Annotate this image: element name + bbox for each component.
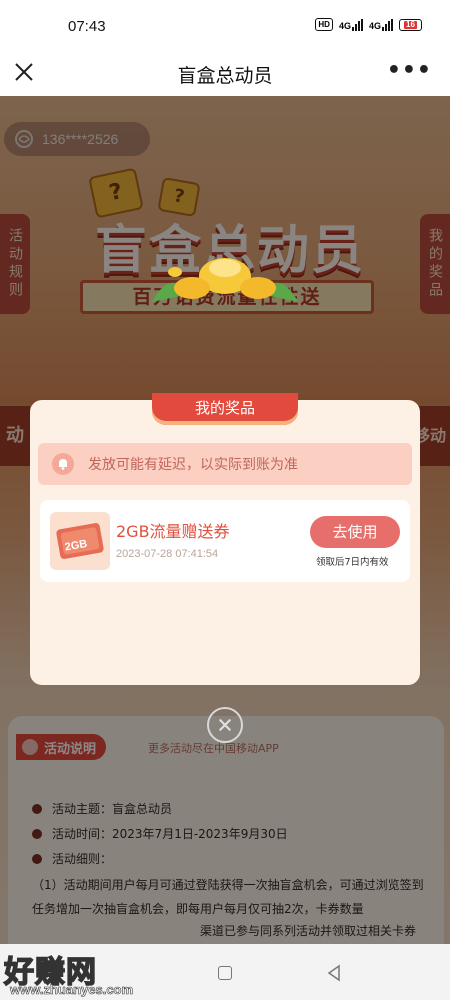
notice-text: 发放可能有延迟，以实际到账为准 [88,457,298,473]
page-title: 盲盒总动员 [177,65,273,87]
status-bar: 07:43 HD 4G 4G 16 [0,0,450,52]
prize-card: 2GB 2GB流量赠送券 2023-07-28 07:41:54 去使用 领取后… [40,500,410,582]
data-voucher-icon: 2GB [56,523,104,559]
status-time: 07:43 [68,18,106,35]
prize-thumbnail: 2GB [50,512,110,570]
status-icons: HD 4G 4G 16 [315,18,422,31]
watermark-url: www.zhuanyes.com [10,982,134,998]
modal-title: 我的奖品 [152,393,298,425]
prize-date: 2023-07-28 07:41:54 [116,548,219,560]
system-nav-bar: 好赚网 www.zhuanyes.com [0,944,450,1000]
gold-ingot-icon [152,258,298,302]
nav-bar: 盲盒总动员 ••• [0,52,450,96]
signal-4g-icon: 4G [338,18,363,31]
notice-bar: 发放可能有延迟，以实际到账为准 [38,443,412,485]
validity-note: 领取后7日内有效 [316,557,389,568]
more-icon[interactable]: ••• [387,58,432,83]
use-button[interactable]: 去使用 [310,516,400,548]
battery-level: 16 [404,19,417,29]
nav-home-icon[interactable] [218,966,232,980]
battery-icon: 16 [399,18,422,31]
bell-icon [52,453,74,475]
hd-icon: HD [315,18,333,31]
network-label-1: 4G [338,20,351,31]
network-label-2: 4G [368,20,381,31]
signal-4g-icon-2: 4G [368,18,393,31]
prize-name: 2GB流量赠送券 [116,522,230,541]
close-circle-icon[interactable] [207,707,243,743]
nav-back-icon[interactable] [325,964,343,982]
